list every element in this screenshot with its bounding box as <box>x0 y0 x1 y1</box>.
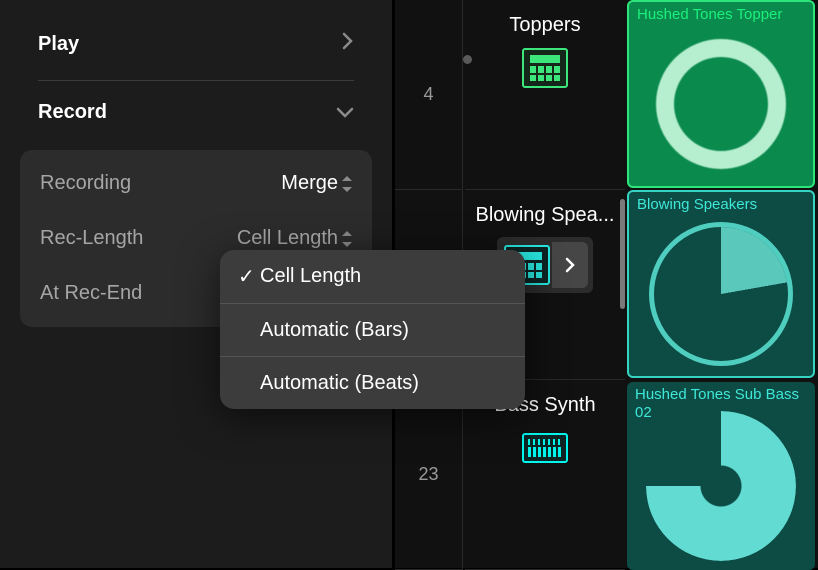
waveform-burst-icon <box>631 406 811 566</box>
synth-icon <box>521 427 569 469</box>
chevron-right-icon <box>342 32 354 56</box>
recording-mode-label: Recording <box>40 172 131 195</box>
stepper-icon <box>342 231 352 247</box>
rec-length-popup: ✓ Cell Length Automatic (Bars) Automatic… <box>220 250 525 409</box>
track-indicator-dot <box>463 55 472 64</box>
track-name-label: Toppers <box>509 14 580 37</box>
track-name-label: Blowing Spea... <box>476 204 615 227</box>
record-label: Record <box>38 101 107 124</box>
stepper-icon <box>342 176 352 192</box>
track-resize-handle[interactable] <box>620 199 625 309</box>
rec-length-value: Cell Length <box>237 227 352 250</box>
popup-option-cell-length[interactable]: ✓ Cell Length <box>220 250 525 303</box>
recording-mode-row[interactable]: Recording Merge <box>20 156 372 211</box>
record-section-header[interactable]: Record <box>10 89 382 148</box>
clip-column: Hushed Tones Topper Blowing Speakers Hus… <box>627 0 818 568</box>
progress-pie-icon <box>633 216 809 372</box>
recording-mode-value: Merge <box>281 172 352 195</box>
popup-option-label: Automatic (Beats) <box>260 372 419 395</box>
popup-option-label: Cell Length <box>260 265 361 288</box>
track-header-toppers[interactable]: Toppers <box>465 0 625 190</box>
at-rec-end-label: At Rec-End <box>40 282 142 305</box>
clip-label: Hushed Tones Topper <box>637 6 805 24</box>
clip-hushed-tones-topper[interactable]: Hushed Tones Topper <box>627 0 815 188</box>
checkmark-icon: ✓ <box>238 264 260 289</box>
popup-option-automatic-bars[interactable]: Automatic (Bars) <box>220 303 525 356</box>
rec-length-label: Rec-Length <box>40 227 143 250</box>
track-expand-button[interactable] <box>552 242 588 288</box>
chevron-down-icon <box>336 101 354 124</box>
play-section-header[interactable]: Play <box>10 20 382 80</box>
clip-label: Blowing Speakers <box>637 196 805 214</box>
waveform-ring-icon <box>633 26 809 182</box>
drum-machine-icon <box>521 47 569 89</box>
popup-option-automatic-beats[interactable]: Automatic (Beats) <box>220 356 525 409</box>
divider <box>38 80 354 81</box>
scene-number[interactable]: 4 <box>395 0 463 190</box>
clip-hushed-tones-sub-bass[interactable]: Hushed Tones Sub Bass 02 <box>627 382 815 570</box>
play-label: Play <box>38 33 79 56</box>
popup-option-label: Automatic (Bars) <box>260 319 409 342</box>
clip-blowing-speakers[interactable]: Blowing Speakers <box>627 190 815 378</box>
